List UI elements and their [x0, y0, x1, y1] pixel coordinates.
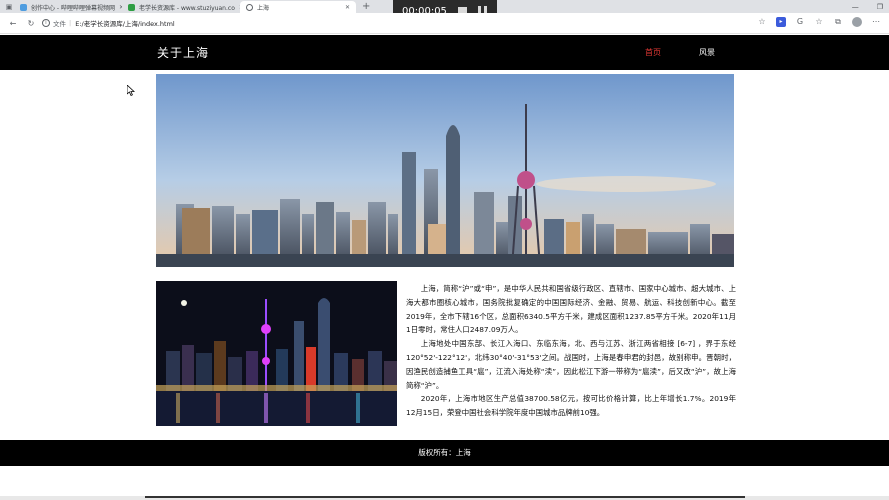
bilibili-favicon-icon [20, 3, 27, 11]
refresh-extension-icon[interactable]: G [795, 17, 805, 27]
web-page: 关于上海 首页 风景 上海，简称“沪”或“申”，是中华人民共和国省级行政区、直辖… [0, 35, 889, 500]
article-paragraph-intro: 上海，简称“沪”或“申”，是中华人民共和国省级行政区、直辖市、国家中心城市、超大… [406, 284, 736, 335]
restore-icon[interactable]: ❐ [877, 3, 883, 11]
nav-link-scenery[interactable]: 风景 [699, 47, 715, 58]
reload-icon[interactable]: ↻ [26, 19, 36, 28]
collections-icon[interactable]: ⧉ [833, 17, 843, 27]
mouse-cursor-icon [126, 81, 136, 100]
browser-tab-stuziyuan[interactable]: 老学长资源库 - www.stuziyuan.co ✕ [122, 1, 240, 13]
profile-avatar-icon[interactable] [852, 17, 862, 27]
bookmark-star-icon[interactable]: ☆ [757, 17, 767, 27]
window-controls: — ❐ [852, 0, 883, 13]
site-info-icon[interactable]: i [42, 19, 50, 27]
nav-link-home[interactable]: 首页 [645, 47, 661, 58]
stuziyuan-favicon-icon [128, 3, 135, 11]
globe-favicon-icon [246, 3, 253, 11]
tab-title: 创作中心 - 哔哩哔哩弹幕视频网 [31, 4, 115, 12]
taskbar-edge [0, 496, 889, 500]
minimize-icon[interactable]: — [852, 3, 859, 11]
favorites-icon[interactable]: ☆ [814, 17, 824, 27]
address-separator: | [69, 19, 72, 27]
article-paragraph-geography: 上海地处中国东部、长江入海口、东临东海，北、西与江苏、浙江两省相接 [6-7] … [406, 339, 736, 390]
browser-tab-bilibili[interactable]: 创作中心 - 哔哩哔哩弹幕视频网 ✕ [14, 1, 122, 13]
site-footer: 版权所有：上海 [0, 440, 889, 466]
tab-title: 老学长资源库 - www.stuziyuan.co [139, 4, 235, 12]
tab-title: 上海 [257, 4, 270, 12]
browser-tab-shanghai[interactable]: 上海 ✕ [240, 1, 356, 13]
site-title: 关于上海 [157, 46, 210, 60]
more-menu-icon[interactable]: ⋯ [871, 17, 881, 27]
new-tab-button[interactable]: + [362, 1, 370, 13]
shanghai-skyline-image [156, 74, 734, 267]
close-tab-icon[interactable]: ✕ [115, 4, 122, 11]
address-scheme: 文件 [53, 20, 66, 28]
back-icon[interactable]: ← [8, 19, 18, 28]
address-bar[interactable]: i 文件 | E:/老学长资源库/上海/index.html [42, 16, 802, 31]
article-paragraph-economy: 2020年，上海市地区生产总值38700.58亿元，按可比价格计算，比上年增长1… [406, 394, 736, 418]
extension-icon[interactable]: ▸ [776, 17, 786, 27]
browser-toolbar: ← ↻ i 文件 | E:/老学长资源库/上海/index.html ☆ ▸ G… [0, 13, 889, 34]
site-nav: 首页 风景 [645, 47, 715, 58]
site-header: 关于上海 首页 风景 [0, 35, 889, 70]
shanghai-night-image [156, 281, 397, 426]
tab-actions-icon[interactable]: ▣ [4, 3, 14, 11]
article-text: 上海，简称“沪”或“申”，是中华人民共和国省级行政区、直辖市、国家中心城市、超大… [406, 282, 736, 420]
address-path: E:/老学长资源库/上海/index.html [75, 20, 175, 28]
close-tab-icon[interactable]: ✕ [341, 4, 350, 11]
